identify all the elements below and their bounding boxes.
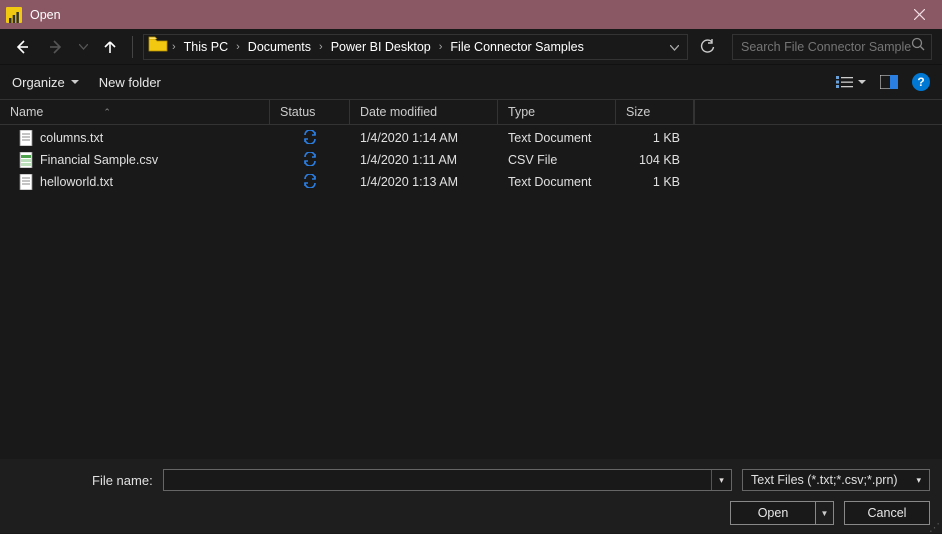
- chevron-down-icon: ▾: [916, 475, 921, 486]
- column-type[interactable]: Type: [498, 100, 616, 124]
- chevron-right-icon[interactable]: ›: [317, 41, 325, 53]
- search-input[interactable]: [741, 40, 911, 54]
- chevron-right-icon[interactable]: ›: [437, 41, 445, 53]
- open-split-dropdown[interactable]: ▼: [816, 501, 834, 525]
- address-bar[interactable]: › This PC › Documents › Power BI Desktop…: [143, 34, 688, 60]
- separator: [132, 36, 133, 58]
- file-list: columns.txt 1/4/2020 1:14 AM Text Docume…: [0, 125, 942, 193]
- file-date: 1/4/2020 1:14 AM: [350, 131, 498, 145]
- new-folder-label: New folder: [99, 75, 161, 90]
- file-name: Financial Sample.csv: [40, 153, 158, 167]
- bottom-bar: File name: ▾ Text Files (*.txt;*.csv;*.p…: [0, 459, 942, 533]
- address-history-dropdown[interactable]: [666, 38, 683, 56]
- filename-history-dropdown[interactable]: ▾: [711, 470, 731, 490]
- chevron-right-icon[interactable]: ›: [170, 41, 178, 53]
- file-name: columns.txt: [40, 131, 103, 145]
- refresh-button[interactable]: [694, 34, 720, 60]
- view-mode-button[interactable]: [836, 75, 866, 89]
- breadcrumb-item[interactable]: File Connector Samples: [446, 38, 587, 56]
- column-size[interactable]: Size: [616, 100, 694, 124]
- nav-row: › This PC › Documents › Power BI Desktop…: [0, 29, 942, 65]
- recent-dropdown[interactable]: [76, 33, 90, 61]
- up-button[interactable]: [96, 33, 124, 61]
- file-row[interactable]: columns.txt 1/4/2020 1:14 AM Text Docume…: [0, 127, 942, 149]
- preview-pane-icon: [880, 75, 898, 89]
- csv-file-icon: [18, 152, 34, 168]
- text-file-icon: [18, 174, 34, 190]
- cancel-button[interactable]: Cancel: [844, 501, 930, 525]
- window-title: Open: [30, 8, 897, 22]
- details-view-icon: [836, 75, 854, 89]
- file-size: 104 KB: [616, 153, 694, 167]
- file-row[interactable]: Financial Sample.csv 1/4/2020 1:11 AM CS…: [0, 149, 942, 171]
- search-box[interactable]: [732, 34, 932, 60]
- column-name[interactable]: Name ⌃: [0, 100, 270, 124]
- back-button[interactable]: [8, 33, 36, 61]
- open-button[interactable]: Open: [730, 501, 816, 525]
- organize-button[interactable]: Organize: [12, 75, 79, 90]
- close-button[interactable]: [897, 0, 942, 29]
- sync-icon: [303, 174, 317, 191]
- chevron-down-icon: [858, 80, 866, 85]
- file-date: 1/4/2020 1:11 AM: [350, 153, 498, 167]
- filter-label: Text Files (*.txt;*.csv;*.prn): [751, 473, 898, 487]
- column-status[interactable]: Status: [270, 100, 350, 124]
- file-type: Text Document: [498, 131, 616, 145]
- toolbar: Organize New folder ?: [0, 65, 942, 99]
- file-name: helloworld.txt: [40, 175, 113, 189]
- breadcrumb-item[interactable]: This PC: [180, 38, 232, 56]
- file-type: Text Document: [498, 175, 616, 189]
- text-file-icon: [18, 130, 34, 146]
- file-date: 1/4/2020 1:13 AM: [350, 175, 498, 189]
- chevron-down-icon: [71, 80, 79, 85]
- resize-grip[interactable]: ⋰: [929, 525, 940, 531]
- help-button[interactable]: ?: [912, 73, 930, 91]
- breadcrumb-item[interactable]: Power BI Desktop: [327, 38, 435, 56]
- organize-label: Organize: [12, 75, 65, 90]
- column-date[interactable]: Date modified: [350, 100, 498, 124]
- file-size: 1 KB: [616, 131, 694, 145]
- sort-indicator-icon: ⌃: [103, 107, 111, 118]
- filename-field[interactable]: ▾: [163, 469, 732, 491]
- column-headers: Name ⌃ Status Date modified Type Size: [0, 99, 942, 125]
- chevron-right-icon[interactable]: ›: [234, 41, 242, 53]
- new-folder-button[interactable]: New folder: [99, 75, 161, 90]
- folder-icon: [148, 36, 168, 57]
- filename-label: File name:: [92, 473, 153, 488]
- file-row[interactable]: helloworld.txt 1/4/2020 1:13 AM Text Doc…: [0, 171, 942, 193]
- sync-icon: [303, 152, 317, 169]
- search-icon[interactable]: [911, 37, 925, 56]
- title-bar: Open: [0, 0, 942, 29]
- sync-icon: [303, 130, 317, 147]
- filename-input[interactable]: [164, 473, 711, 487]
- file-type-filter[interactable]: Text Files (*.txt;*.csv;*.prn) ▾: [742, 469, 930, 491]
- preview-pane-button[interactable]: [880, 75, 898, 89]
- file-type: CSV File: [498, 153, 616, 167]
- app-icon: [6, 7, 22, 23]
- open-button-group: Open ▼: [730, 501, 834, 525]
- file-size: 1 KB: [616, 175, 694, 189]
- forward-button[interactable]: [42, 33, 70, 61]
- breadcrumb-item[interactable]: Documents: [244, 38, 315, 56]
